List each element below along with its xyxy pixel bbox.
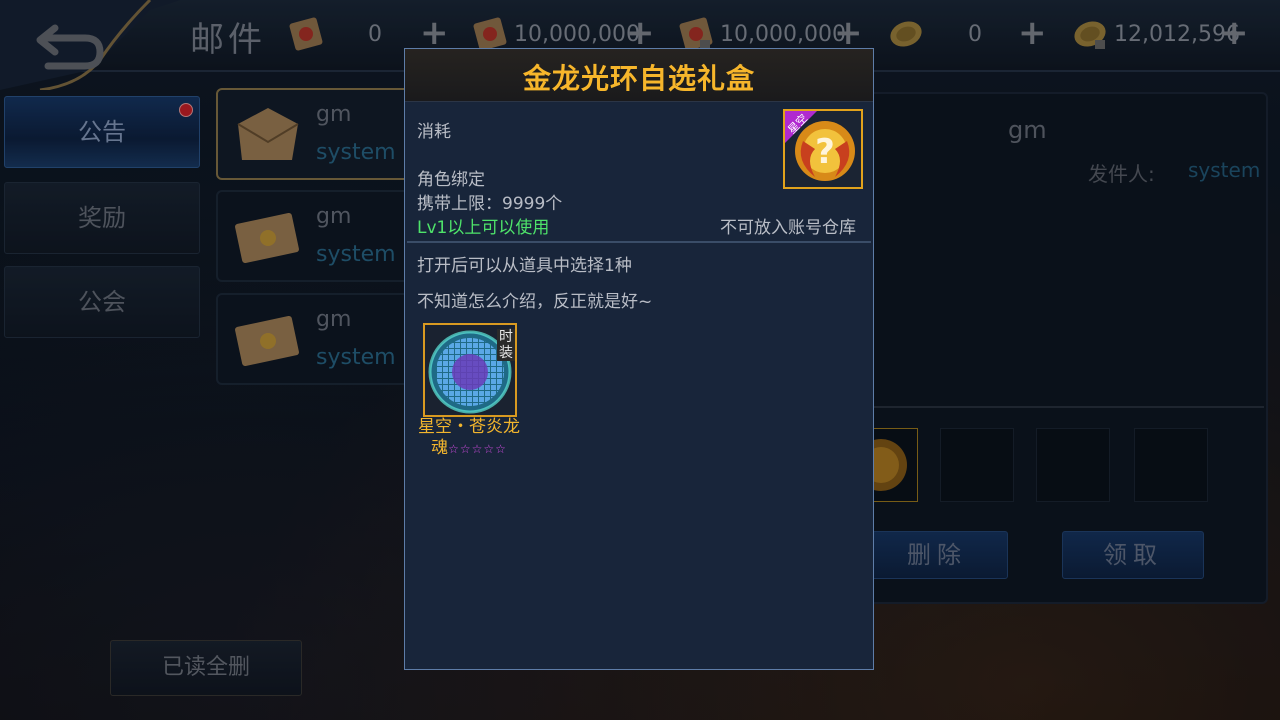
item-icon: ? 星空 (783, 109, 863, 189)
description-line: 打开后可以从道具中选择1种 (417, 256, 632, 276)
popup-title: 金龙光环自选礼盒 (522, 62, 755, 95)
reward-item-name: 星空・苍炎龙魂☆☆☆☆☆ (413, 417, 525, 460)
fashion-tag: 时装 (497, 329, 515, 361)
description-line: 不知道怎么介绍，反正就是好~ (417, 292, 653, 312)
reward-item-slot[interactable]: 时装 (423, 323, 517, 417)
popup-header: 金龙光环自选礼盒 (405, 49, 873, 102)
rarity-stars: ☆☆☆☆☆ (448, 442, 507, 456)
level-requirement: Lv1以上可以使用 (417, 218, 550, 238)
carry-limit: 携带上限：9999个 (417, 194, 563, 214)
bind-type: 角色绑定 (417, 170, 485, 190)
warehouse-note: 不可放入账号仓库 (720, 218, 856, 238)
svg-text:?: ? (815, 132, 835, 172)
item-tooltip-popup: 金龙光环自选礼盒 消耗 角色绑定 携带上限：9999个 Lv1以上可以使用 不可… (404, 48, 874, 670)
item-type: 消耗 (417, 122, 451, 142)
divider (407, 241, 871, 243)
